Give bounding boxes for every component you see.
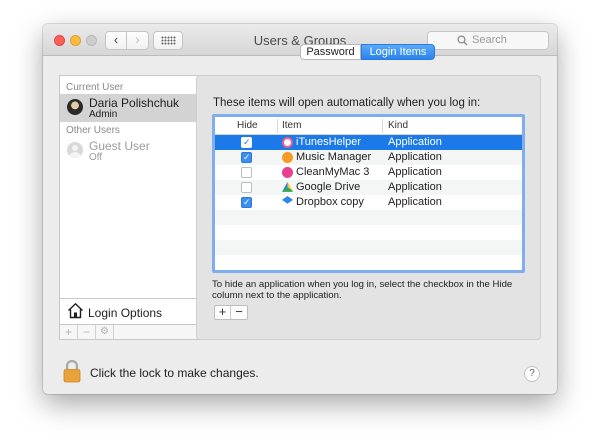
empty-row	[215, 255, 522, 270]
checkmark-icon: ✓	[243, 152, 251, 162]
hide-checkbox[interactable]: ✓	[241, 197, 252, 208]
app-name: iTunesHelper	[296, 136, 362, 148]
column-header-item[interactable]: Item	[282, 120, 301, 131]
app-kind: Application	[388, 166, 442, 178]
column-header-kind[interactable]: Kind	[388, 120, 408, 131]
house-icon	[68, 302, 83, 319]
app-name: Google Drive	[296, 181, 361, 193]
user-role: Admin	[89, 109, 118, 120]
remove-login-item-button[interactable]: −	[231, 305, 247, 319]
hide-checkbox[interactable]: ✓	[241, 152, 252, 163]
app-kind: Application	[388, 151, 442, 163]
add-login-item-button[interactable]: +	[215, 305, 231, 319]
column-divider	[277, 119, 278, 133]
empty-row	[215, 240, 522, 255]
login-options-label: Login Options	[88, 306, 163, 320]
table-row[interactable]: ✓ iTunesHelper Application	[215, 135, 522, 150]
sidebar-item-current-user[interactable]: Daria Polishchuk Admin	[60, 94, 215, 122]
user-name: Guest User	[89, 139, 150, 153]
remove-user-button[interactable]: −	[78, 325, 96, 339]
login-items-table: Hide Item Kind ✓ iTunesHelper Applicatio…	[212, 114, 525, 273]
hide-checkbox[interactable]	[241, 167, 252, 178]
other-users-header: Other Users	[66, 125, 120, 136]
avatar	[67, 99, 83, 115]
search-field[interactable]: Search	[427, 31, 549, 50]
itunes-icon	[282, 137, 293, 148]
column-header-hide[interactable]: Hide	[237, 120, 258, 131]
app-name: Dropbox copy	[296, 196, 364, 208]
table-row[interactable]: ✓ Music Manager Application	[215, 150, 522, 165]
hide-instructions: To hide an application when you log in, …	[212, 279, 527, 301]
search-placeholder: Search	[472, 34, 507, 46]
app-kind: Application	[388, 196, 442, 208]
current-user-header: Current User	[66, 82, 124, 93]
checkmark-icon: ✓	[243, 137, 251, 147]
sidebar-toolbar: + − ⚙	[60, 324, 215, 339]
headphones-icon	[282, 152, 293, 163]
lock-icon[interactable]	[62, 359, 82, 386]
dropbox-icon	[282, 196, 293, 204]
table-row[interactable]: CleanMyMac 3 Application	[215, 165, 522, 180]
gear-icon[interactable]: ⚙	[96, 325, 114, 339]
hint-line: To hide an application when you log in, …	[212, 279, 513, 290]
add-user-button[interactable]: +	[60, 325, 78, 339]
app-kind: Application	[388, 136, 442, 148]
app-kind: Application	[388, 181, 442, 193]
hide-checkbox[interactable]	[241, 182, 252, 193]
table-row[interactable]: Google Drive Application	[215, 180, 522, 195]
cleanmymac-icon	[282, 167, 293, 178]
users-sidebar: Current User Daria Polishchuk Admin Othe…	[59, 75, 216, 340]
google-drive-icon	[282, 182, 293, 192]
search-icon	[457, 35, 468, 46]
tab-login-items[interactable]: Login Items	[361, 44, 435, 60]
sidebar-item-guest-user[interactable]: Guest User Off	[60, 137, 215, 165]
hint-line: column next to the application.	[212, 290, 342, 301]
login-options-item[interactable]: Login Options	[60, 298, 215, 324]
empty-row	[215, 210, 522, 225]
add-remove-control: + −	[214, 305, 248, 320]
help-button[interactable]: ?	[524, 366, 540, 382]
guest-avatar	[67, 142, 83, 158]
table-header: Hide Item Kind	[215, 117, 522, 135]
hide-checkbox[interactable]: ✓	[241, 137, 252, 148]
app-name: CleanMyMac 3	[296, 166, 370, 178]
user-status: Off	[89, 152, 103, 163]
lock-message: Click the lock to make changes.	[90, 366, 259, 380]
empty-row	[215, 225, 522, 240]
table-row[interactable]: ✓ Dropbox copy Application	[215, 195, 522, 210]
user-name: Daria Polishchuk	[89, 96, 180, 110]
checkmark-icon: ✓	[243, 197, 251, 207]
tab-password[interactable]: Password	[300, 44, 361, 60]
app-name: Music Manager	[296, 151, 372, 163]
column-divider	[382, 119, 383, 133]
login-items-intro: These items will open automatically when…	[213, 97, 481, 109]
